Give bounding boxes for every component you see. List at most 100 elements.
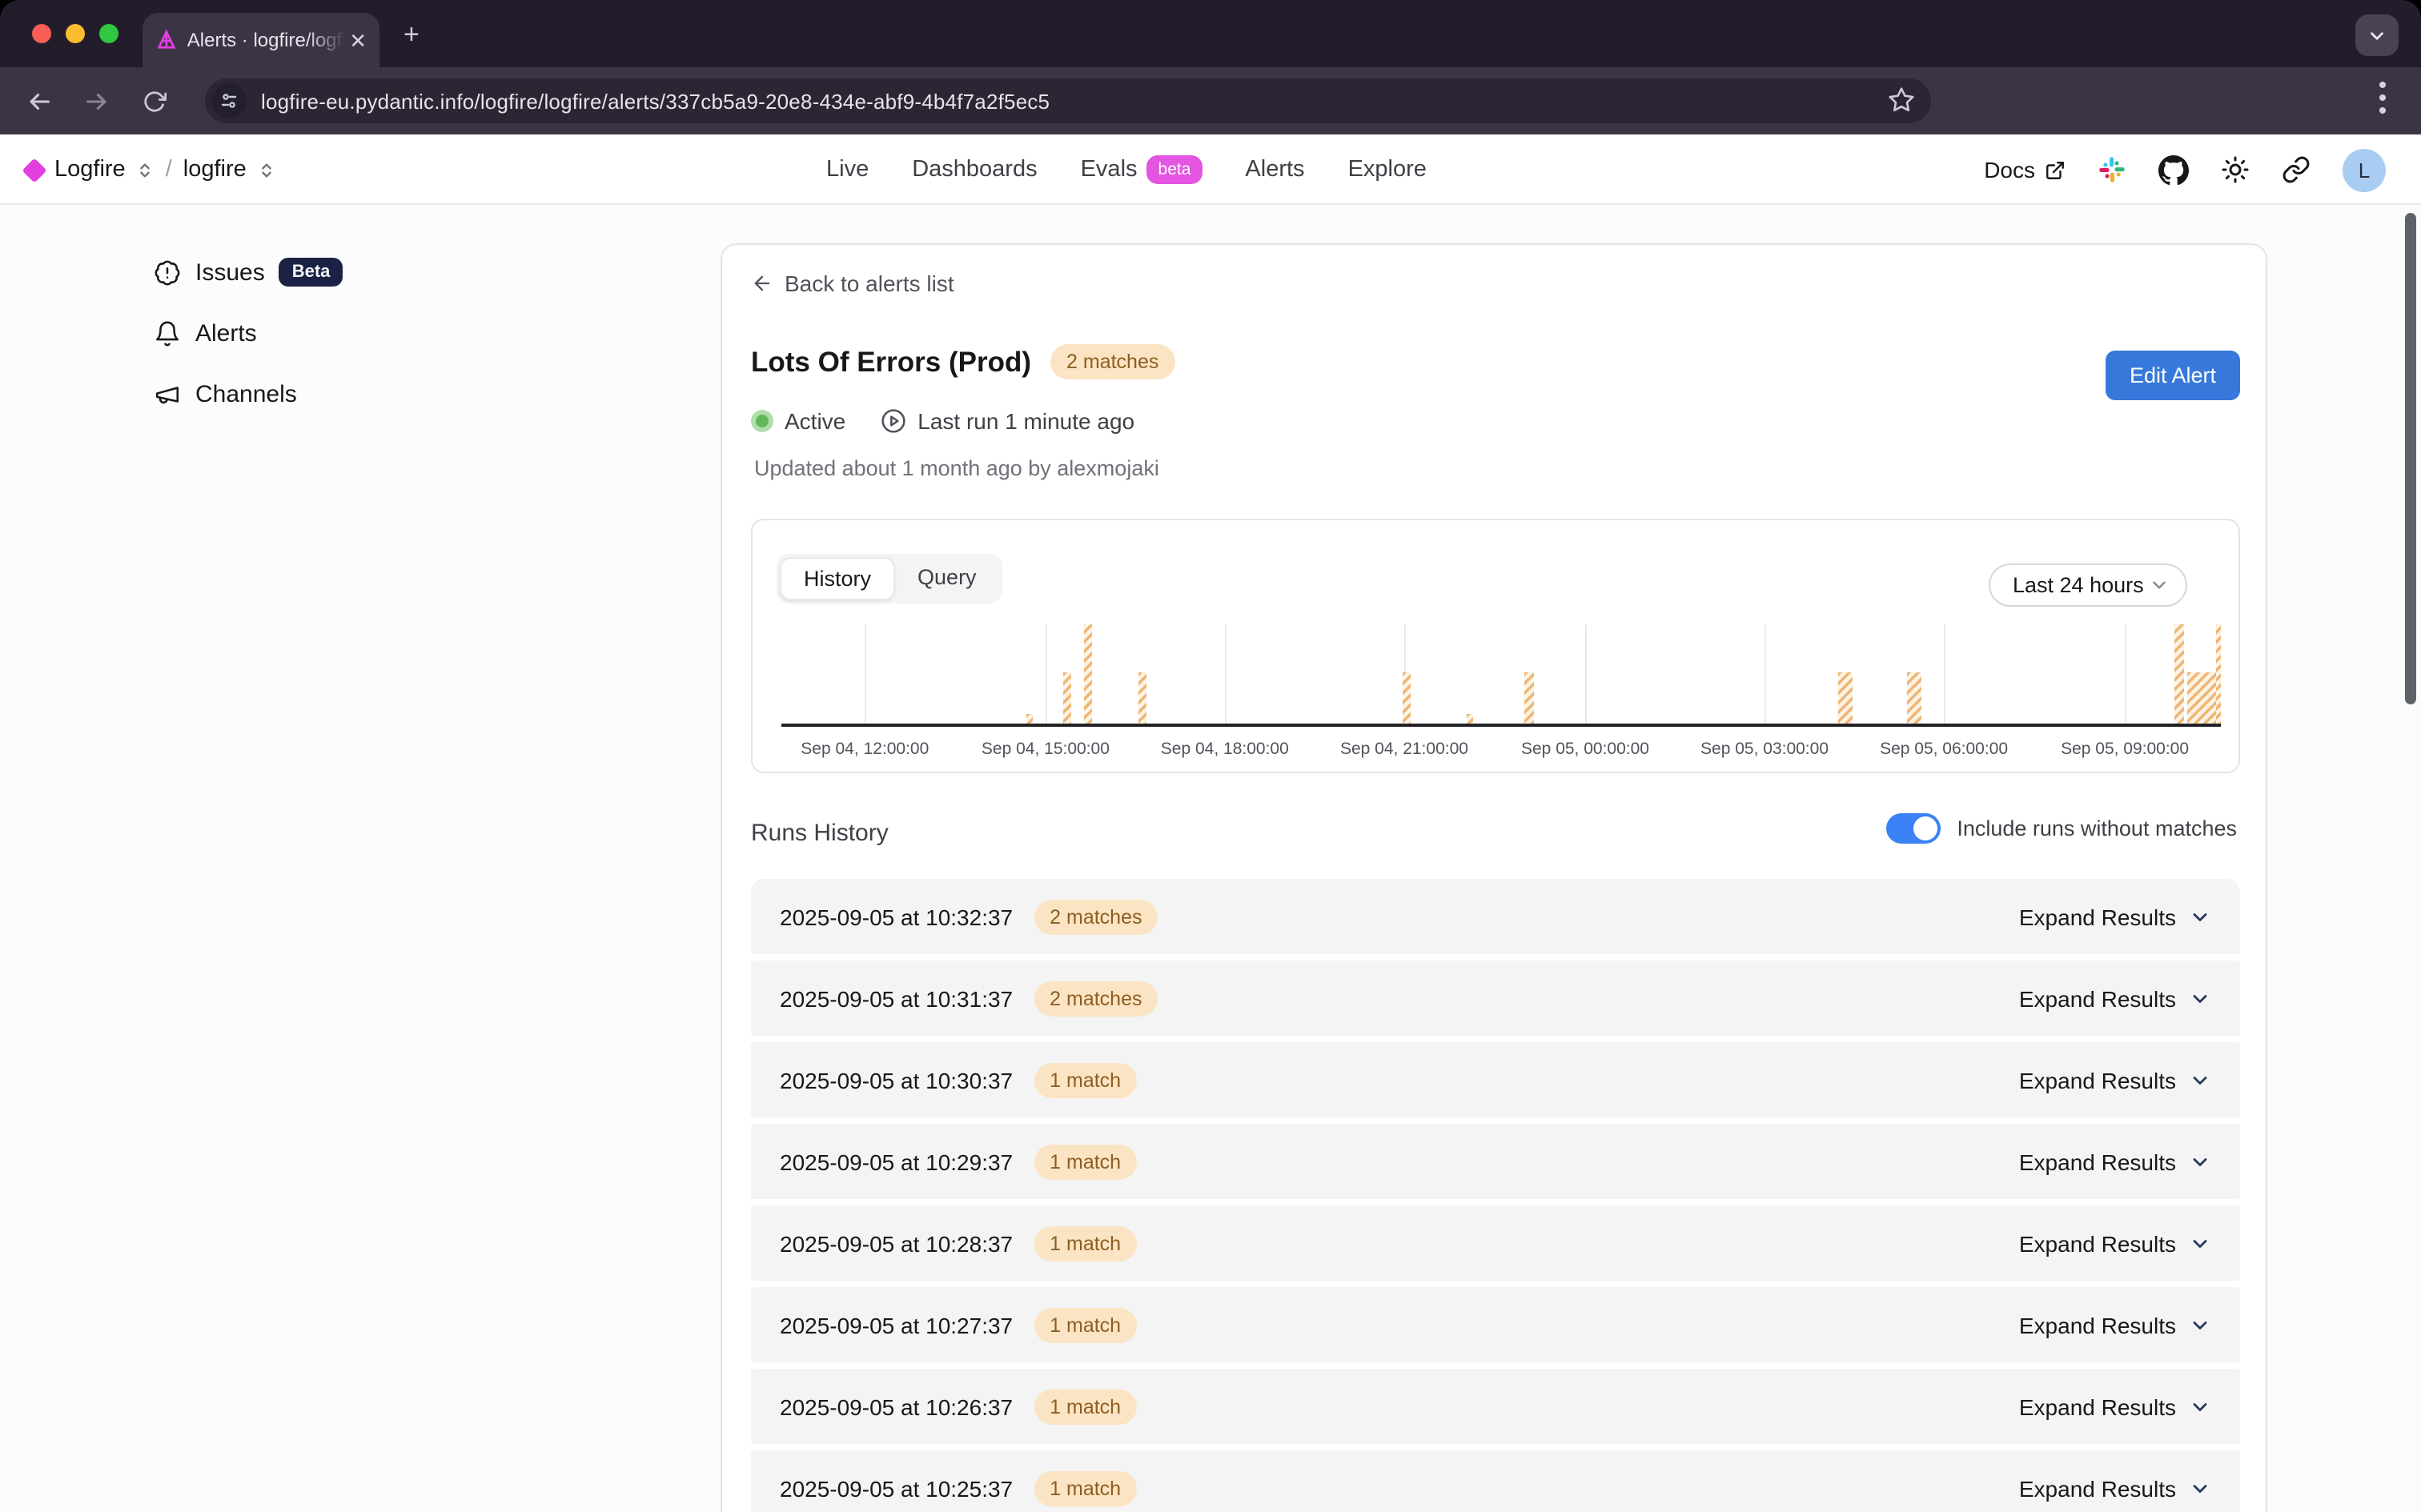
bell-icon: [154, 319, 181, 347]
scrollbar-thumb[interactable]: [2405, 213, 2416, 704]
chevrons-up-down-icon[interactable]: [137, 161, 155, 178]
expand-results-label: Expand Results: [2019, 1067, 2176, 1093]
tab-history[interactable]: History: [780, 557, 895, 600]
run-matches-badge: 1 match: [1034, 1307, 1137, 1342]
chevron-down-icon: [2367, 25, 2387, 46]
browser-menu-icon[interactable]: •••: [2370, 80, 2395, 118]
chevron-down-icon: [2189, 1395, 2211, 1418]
browser-tab-strip: Alerts · logfire/logfire · Pydant ✕ +: [0, 0, 2421, 67]
expand-results-button[interactable]: Expand Results: [2019, 904, 2211, 929]
browser-tab[interactable]: Alerts · logfire/logfire · Pydant ✕: [143, 13, 379, 67]
user-avatar[interactable]: L: [2343, 148, 2386, 191]
run-row[interactable]: 2025-09-05 at 10:31:372 matchesExpand Re…: [751, 961, 2240, 1036]
bookmark-star-icon[interactable]: [1888, 86, 1915, 114]
run-row[interactable]: 2025-09-05 at 10:26:37 1 match Expand Resu…: [751, 1369, 2240, 1444]
tab-close-icon[interactable]: ✕: [349, 30, 367, 50]
chart-plot: [781, 624, 2221, 727]
new-tab-button[interactable]: +: [404, 21, 420, 48]
nav-item-alerts[interactable]: Alerts: [1245, 157, 1304, 182]
project-selector[interactable]: logfire: [183, 157, 247, 182]
toggle-knob: [1913, 816, 1937, 840]
runs-history-heading: Runs History: [751, 820, 889, 847]
expand-results-button[interactable]: Expand Results: [2019, 1149, 2211, 1174]
chart-gridline: [1585, 624, 1587, 724]
run-matches-badge: 2 matches: [1034, 899, 1158, 934]
run-row[interactable]: 2025-09-05 at 10:30:371 matchExpand Resu…: [751, 1042, 2240, 1117]
chart-x-tick-label: Sep 05, 06:00:00: [1880, 740, 2008, 759]
chart-bar: [1026, 714, 1032, 724]
site-settings-icon[interactable]: [211, 83, 247, 118]
run-row[interactable]: 2025-09-05 at 10:28:371 matchExpand Resu…: [751, 1205, 2240, 1281]
tab-query[interactable]: Query: [895, 557, 999, 600]
address-bar[interactable]: logfire-eu.pydantic.info/logfire/logfire…: [205, 78, 1931, 123]
run-matches-badge: 2 matches: [1034, 981, 1158, 1016]
expand-results-button[interactable]: Expand Results: [2019, 1394, 2211, 1419]
browser-toolbar: logfire-eu.pydantic.info/logfire/logfire…: [0, 67, 2421, 134]
minimize-window-button[interactable]: [66, 24, 85, 43]
time-range-select[interactable]: Last 24 hours: [1989, 563, 2187, 607]
slack-icon[interactable]: [2098, 155, 2126, 184]
url-text: logfire-eu.pydantic.info/logfire/logfire…: [261, 89, 1050, 113]
expand-results-label: Expand Results: [2019, 904, 2176, 929]
expand-results-button[interactable]: Expand Results: [2019, 1067, 2211, 1093]
chart-x-labels: Sep 04, 12:00:00Sep 04, 15:00:00Sep 04, …: [781, 740, 2221, 762]
arrow-left-icon: [751, 272, 773, 295]
github-icon[interactable]: [2158, 154, 2189, 185]
chart-gridline: [1765, 624, 1766, 724]
zoom-window-button[interactable]: [99, 24, 118, 43]
expand-results-button[interactable]: Expand Results: [2019, 985, 2211, 1011]
app-header: Logfire / logfire Live Dashboards Evalsb…: [0, 134, 2421, 205]
nav-item-evals[interactable]: Evalsbeta: [1081, 155, 1202, 184]
tab-search-button[interactable]: [2355, 14, 2399, 56]
include-runs-toggle[interactable]: [1886, 813, 1941, 844]
sidebar-item-issues[interactable]: Issues Beta: [154, 253, 343, 291]
chevrons-up-down-icon[interactable]: [258, 161, 275, 178]
expand-results-button[interactable]: Expand Results: [2019, 1475, 2211, 1501]
docs-link[interactable]: Docs: [1984, 157, 2066, 182]
chevron-down-icon: [2189, 1150, 2211, 1173]
nav-item-dashboards[interactable]: Dashboards: [912, 157, 1037, 182]
megaphone-icon: [154, 380, 181, 407]
chart-bar: [2174, 624, 2184, 724]
chart-gridline: [865, 624, 866, 724]
play-circle-icon: [881, 408, 906, 434]
chart-x-tick-label: Sep 04, 18:00:00: [1161, 740, 1289, 759]
main-nav: Live Dashboards Evalsbeta Alerts Explore: [826, 134, 1427, 205]
expand-results-label: Expand Results: [2019, 1312, 2176, 1338]
chart-bar: [1908, 672, 1922, 724]
expand-results-button[interactable]: Expand Results: [2019, 1312, 2211, 1338]
reload-button[interactable]: [134, 82, 173, 120]
chart-bar: [1524, 672, 1533, 724]
edit-alert-button[interactable]: Edit Alert: [2106, 351, 2240, 400]
window-controls[interactable]: [32, 24, 118, 43]
chart-bar: [1062, 672, 1070, 724]
sidebar-item-label: Issues: [195, 259, 265, 286]
sidebar-item-channels[interactable]: Channels: [154, 375, 343, 413]
org-selector[interactable]: Logfire: [54, 157, 126, 182]
sidebar-item-alerts[interactable]: Alerts: [154, 314, 343, 352]
external-link-icon: [2045, 159, 2066, 180]
chevron-down-icon: [2189, 987, 2211, 1009]
run-row[interactable]: 2025-09-05 at 10:25:371 matchExpand Resu…: [751, 1450, 2240, 1512]
page-scrollbar[interactable]: [2399, 205, 2421, 1512]
run-row[interactable]: 2025-09-05 at 10:27:371 matchExpand Resu…: [751, 1287, 2240, 1362]
share-link-icon[interactable]: [2282, 155, 2311, 184]
expand-results-button[interactable]: Expand Results: [2019, 1230, 2211, 1256]
breadcrumb-separator: /: [166, 157, 172, 182]
run-timestamp: 2025-09-05 at 10:26:37: [780, 1394, 1013, 1419]
run-matches-badge: 1 match: [1034, 1389, 1137, 1424]
theme-sun-icon[interactable]: [2221, 155, 2250, 184]
expand-results-label: Expand Results: [2019, 1394, 2176, 1419]
run-row[interactable]: 2025-09-05 at 10:32:372 matchesExpand Re…: [751, 879, 2240, 954]
run-row[interactable]: 2025-09-05 at 10:29:371 matchExpand Resu…: [751, 1124, 2240, 1199]
history-panel: History Query Last 24 hours Sep 04, 12:0…: [751, 519, 2240, 773]
back-button[interactable]: [19, 82, 58, 120]
close-window-button[interactable]: [32, 24, 51, 43]
chevron-down-icon: [2189, 1069, 2211, 1091]
nav-item-explore[interactable]: Explore: [1348, 157, 1427, 182]
forward-button[interactable]: [77, 82, 115, 120]
chevron-down-icon: [2149, 575, 2170, 596]
nav-item-live[interactable]: Live: [826, 157, 869, 182]
back-to-alerts-link[interactable]: Back to alerts list: [751, 271, 954, 296]
chart-bar: [1084, 624, 1092, 724]
